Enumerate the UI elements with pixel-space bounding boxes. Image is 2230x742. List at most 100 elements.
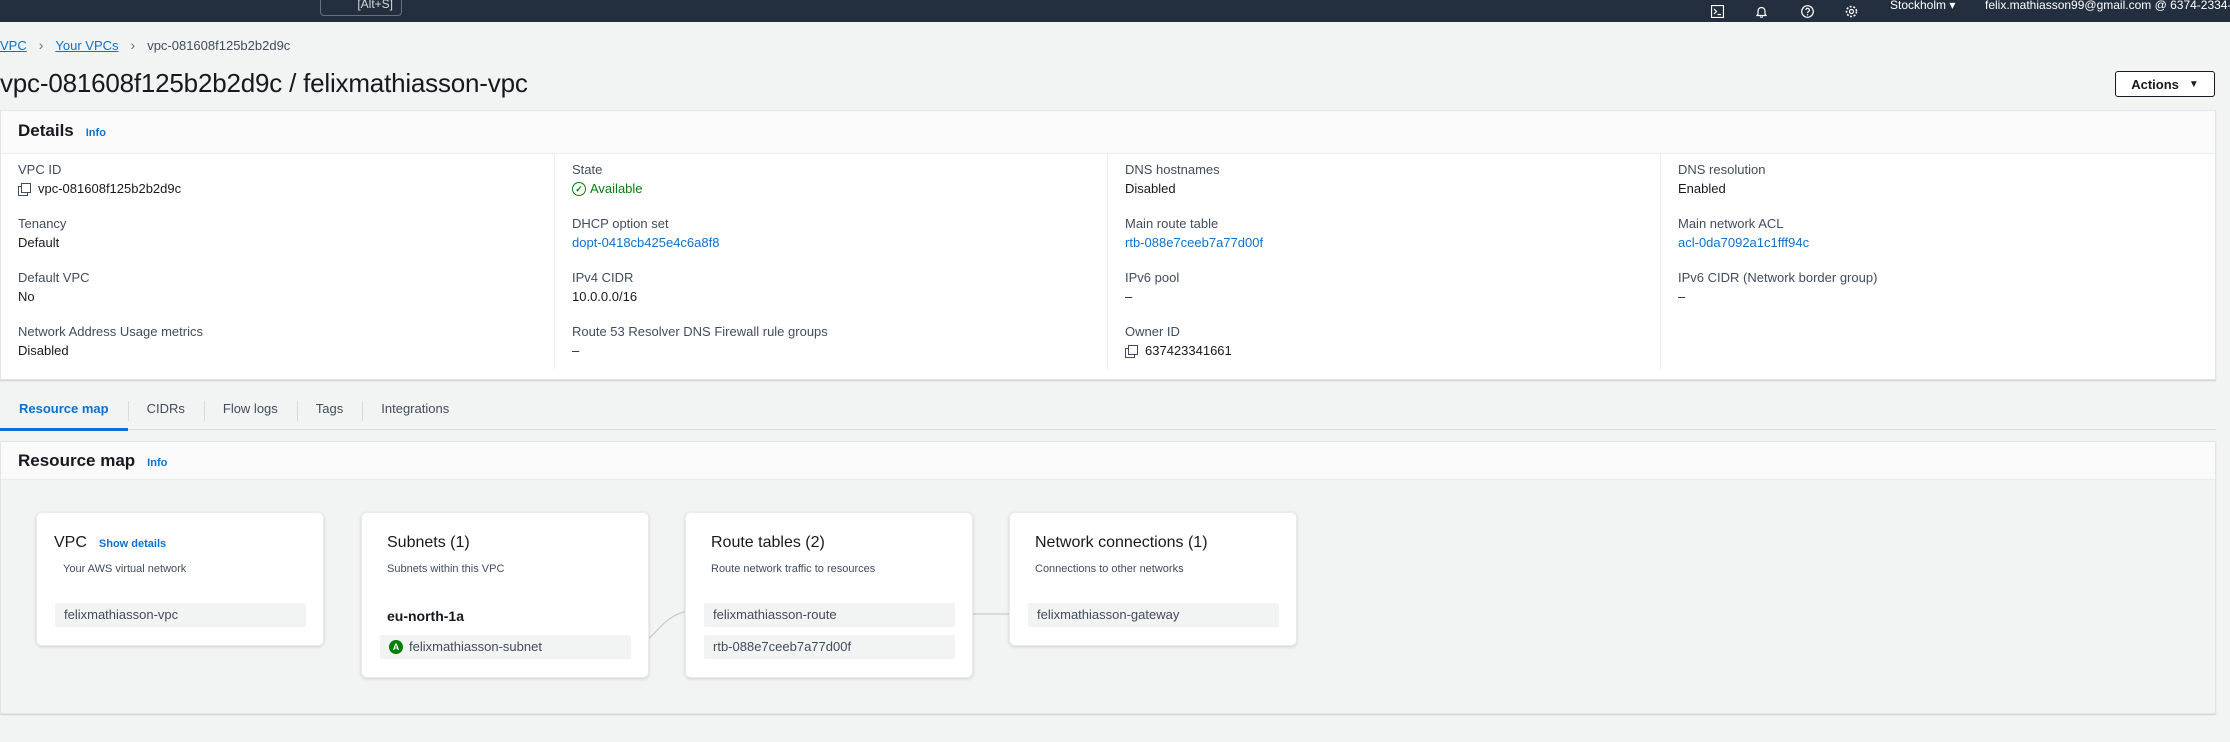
- default-vpc-field: Default VPC No: [18, 270, 90, 305]
- ipv6-cidr-label: IPv6 CIDR (Network border group): [1678, 270, 1878, 285]
- details-header: Details Info: [1, 111, 2215, 154]
- gateway-item[interactable]: felixmathiasson-gateway: [1028, 603, 1279, 627]
- vpc-card-title: VPC: [54, 534, 87, 551]
- resource-map-panel: Resource map Info VPC Show details Your …: [0, 441, 2216, 714]
- vpc-card-subtitle: Your AWS virtual network: [63, 563, 187, 575]
- dhcp-label: DHCP option set: [572, 216, 669, 231]
- owner-id-value: 637423341661: [1145, 343, 1232, 358]
- vpc-card: VPC Show details Your AWS virtual networ…: [36, 512, 324, 646]
- details-column-1: VPC ID vpc-081608f125b2b2d9c Tenancy Def…: [1, 154, 554, 369]
- dhcp-field: DHCP option set dopt-0418cb425e4c6a8f8: [572, 216, 719, 251]
- owner-id-value-row: 637423341661: [1125, 343, 1232, 359]
- ipv4-cidr-value: 10.0.0.0/16: [572, 289, 638, 304]
- owner-id-field: Owner ID 637423341661: [1125, 324, 1232, 359]
- dns-resolution-field: DNS resolution Enabled: [1678, 162, 1765, 197]
- details-heading: Details: [18, 121, 74, 140]
- vpc-item[interactable]: felixmathiasson-vpc: [55, 603, 306, 627]
- ipv6-pool-field: IPv6 pool –: [1125, 270, 1179, 305]
- dhcp-value-link[interactable]: dopt-0418cb425e4c6a8f8: [572, 235, 719, 251]
- tab-bar: Resource map CIDRs Flow logs Tags Integr…: [0, 392, 2216, 431]
- details-info-link[interactable]: Info: [86, 127, 106, 139]
- actions-button[interactable]: Actions ▼: [2115, 71, 2215, 97]
- route-tables-card: Route tables (2) Route network traffic t…: [685, 512, 973, 678]
- chevron-right-icon: ›: [38, 37, 44, 53]
- ipv4-cidr-label: IPv4 CIDR: [572, 270, 634, 285]
- actions-button-label: Actions: [2131, 76, 2179, 92]
- caret-down-icon: ▼: [2188, 78, 2199, 90]
- state-label: State: [572, 162, 603, 177]
- main-acl-link[interactable]: acl-0da7092a1c1fff94c: [1678, 235, 1809, 251]
- breadcrumb-your-vpcs-link[interactable]: Your VPCs: [55, 38, 118, 53]
- dns-hostnames-label: DNS hostnames: [1125, 162, 1220, 177]
- resource-map-heading: Resource map: [18, 451, 136, 470]
- bell-icon[interactable]: [1750, 0, 1772, 22]
- page-title: vpc-081608f125b2b2d9c / felixmathiasson-…: [0, 68, 528, 98]
- show-details-link[interactable]: Show details: [99, 538, 166, 550]
- vpc-id-value: vpc-081608f125b2b2d9c: [38, 181, 182, 196]
- nau-metrics-field: Network Address Usage metrics Disabled: [18, 324, 203, 359]
- details-column-2: State ✓ Available DHCP option set dopt-0…: [554, 154, 1107, 369]
- tab-integrations[interactable]: Integrations: [362, 392, 468, 430]
- cloudshell-icon[interactable]: [1706, 0, 1728, 22]
- tenancy-label: Tenancy: [18, 216, 67, 231]
- nau-metrics-label: Network Address Usage metrics: [18, 324, 203, 339]
- tab-resource-map[interactable]: Resource map: [0, 392, 128, 431]
- details-grid: VPC ID vpc-081608f125b2b2d9c Tenancy Def…: [1, 154, 2215, 380]
- route-table-item[interactable]: felixmathiasson-route: [704, 603, 955, 627]
- help-icon[interactable]: [1796, 0, 1818, 22]
- copy-icon[interactable]: [1125, 345, 1138, 358]
- route53-label: Route 53 Resolver DNS Firewall rule grou…: [572, 324, 828, 339]
- vpc-id-field: VPC ID vpc-081608f125b2b2d9c: [18, 162, 181, 197]
- network-connections-card-title: Network connections (1): [1035, 534, 1208, 551]
- tab-tags[interactable]: Tags: [296, 392, 362, 430]
- breadcrumb-current: vpc-081608f125b2b2d9c: [147, 37, 291, 53]
- ipv6-pool-value: –: [1125, 289, 1133, 304]
- route-table-item[interactable]: rtb-088e7ceeb7a77d00f: [704, 635, 955, 659]
- network-connections-card: Network connections (1) Connections to o…: [1009, 512, 1297, 646]
- nau-metrics-value: Disabled: [18, 343, 69, 358]
- top-navigation-bar: [Alt+S] Stockholm ▾ felix.mathiasson99@g…: [0, 0, 2230, 22]
- details-column-3: DNS hostnames Disabled Main route table …: [1107, 154, 1660, 369]
- ipv6-cidr-value: –: [1678, 289, 1686, 304]
- availability-zone-label: eu-north-1a: [387, 608, 464, 624]
- main-route-table-link[interactable]: rtb-088e7ceeb7a77d00f: [1125, 235, 1263, 251]
- route-tables-card-title: Route tables (2): [711, 534, 825, 551]
- tab-cidrs[interactable]: CIDRs: [127, 392, 204, 430]
- region-selector[interactable]: Stockholm ▾: [1890, 0, 1955, 11]
- dns-hostnames-value: Disabled: [1125, 181, 1176, 196]
- resource-map-header: Resource map Info: [1, 442, 2215, 480]
- state-value: Available: [590, 181, 643, 196]
- subnet-item[interactable]: A felixmathiasson-subnet: [380, 635, 631, 659]
- breadcrumb: VPC › Your VPCs › vpc-081608f125b2b2d9c: [0, 37, 290, 53]
- route-tables-card-subtitle: Route network traffic to resources: [711, 563, 876, 575]
- route53-field: Route 53 Resolver DNS Firewall rule grou…: [572, 324, 828, 359]
- vpc-id-value-row: vpc-081608f125b2b2d9c: [18, 181, 181, 197]
- network-connections-card-subtitle: Connections to other networks: [1035, 563, 1184, 575]
- ipv4-cidr-field: IPv4 CIDR 10.0.0.0/16: [572, 270, 637, 305]
- search-shortcut-hint[interactable]: [Alt+S]: [320, 0, 402, 16]
- copy-icon[interactable]: [18, 183, 31, 196]
- details-column-4: DNS resolution Enabled Main network ACL …: [1660, 154, 2216, 369]
- main-route-table-field: Main route table rtb-088e7ceeb7a77d00f: [1125, 216, 1263, 251]
- vpc-id-label: VPC ID: [18, 162, 62, 177]
- tenancy-value: Default: [18, 235, 60, 250]
- dns-resolution-value: Enabled: [1678, 181, 1726, 196]
- subnets-card-title: Subnets (1): [387, 534, 470, 551]
- check-circle-icon: ✓: [572, 182, 586, 196]
- resource-map-info-link[interactable]: Info: [147, 457, 167, 469]
- default-vpc-label: Default VPC: [18, 270, 90, 285]
- main-acl-field: Main network ACL acl-0da7092a1c1fff94c: [1678, 216, 1809, 251]
- breadcrumb-vpc-link[interactable]: VPC: [0, 38, 27, 53]
- ipv6-pool-label: IPv6 pool: [1125, 270, 1180, 285]
- route53-value: –: [572, 343, 580, 358]
- settings-icon[interactable]: [1840, 0, 1862, 22]
- tab-flow-logs[interactable]: Flow logs: [203, 392, 297, 430]
- tenancy-field: Tenancy Default: [18, 216, 66, 251]
- subnet-item-label: felixmathiasson-subnet: [409, 639, 542, 654]
- account-menu[interactable]: felix.mathiasson99@gmail.com @ 6374-2334…: [1985, 0, 2230, 11]
- ipv6-cidr-field: IPv6 CIDR (Network border group) –: [1678, 270, 1877, 305]
- chevron-right-icon: ›: [130, 37, 136, 53]
- subnets-card: Subnets (1) Subnets within this VPC eu-n…: [361, 512, 649, 678]
- subnets-card-subtitle: Subnets within this VPC: [387, 563, 505, 575]
- dns-resolution-label: DNS resolution: [1678, 162, 1766, 177]
